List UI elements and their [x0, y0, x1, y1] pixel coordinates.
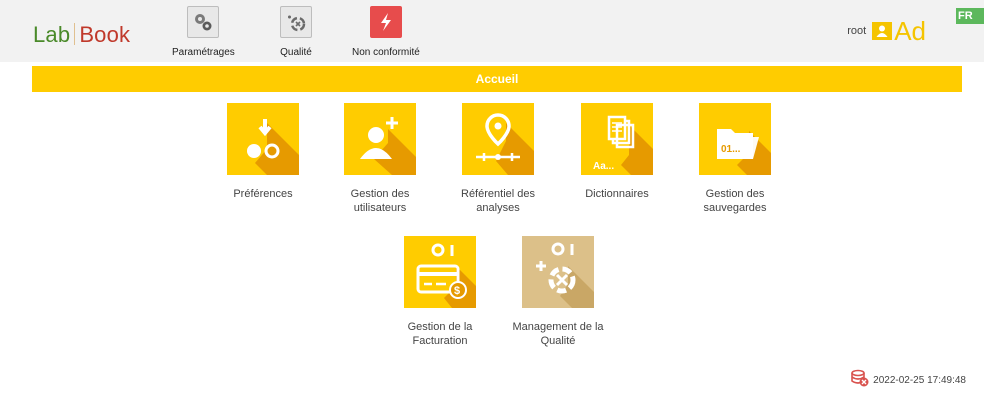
- logo-book-text: Book: [79, 22, 131, 47]
- tile-label: Référentiel des analyses: [461, 188, 535, 214]
- quality-management-icon: [522, 236, 594, 308]
- quality-icon: [280, 6, 312, 38]
- tile-label: Gestion des sauvegardes: [703, 188, 767, 214]
- svg-text:$: $: [454, 285, 460, 297]
- folder-icon-text: 01...: [721, 144, 741, 155]
- user-initials: Ad: [894, 16, 926, 46]
- logo-lab-text: Lab: [33, 22, 71, 47]
- tile-label: Management de la Qualité: [512, 321, 604, 347]
- tile-quality-management[interactable]: Management de la Qualité: [503, 236, 613, 348]
- page-title: Accueil: [475, 72, 519, 86]
- tile-billing-management[interactable]: $ Gestion de la Facturation: [385, 236, 495, 348]
- footer-status: 2022-02-25 17:49:48: [851, 369, 966, 392]
- language-selector[interactable]: FR: [956, 8, 984, 24]
- user-menu[interactable]: root Ad: [847, 18, 926, 44]
- logo-divider: [74, 23, 76, 45]
- nav-non-conformite[interactable]: Non conformité: [352, 6, 420, 58]
- add-user-icon: [344, 103, 416, 175]
- user-icon: [872, 22, 893, 40]
- credit-card-icon: $: [404, 236, 476, 308]
- folder-icon: 01...: [699, 103, 771, 175]
- location-pin-icon: [462, 103, 534, 175]
- tile-label: Gestion de la Facturation: [407, 321, 473, 347]
- documents-icon: Aa...: [581, 103, 653, 175]
- gears-icon: [187, 6, 220, 38]
- labbook-logo[interactable]: Lab Book: [33, 22, 130, 48]
- top-bar: Lab Book Paramétrages Qualité Non conform…: [0, 0, 984, 62]
- database-error-icon[interactable]: [851, 369, 869, 392]
- nav-qualite[interactable]: Qualité: [280, 6, 312, 58]
- timestamp: 2022-02-25 17:49:48: [873, 375, 966, 386]
- tile-label: Gestion des utilisateurs: [350, 188, 410, 214]
- tile-backup-management[interactable]: 01... Gestion des sauvegardes: [680, 103, 790, 215]
- preferences-icon: [227, 103, 299, 175]
- page-title-banner: Accueil: [32, 66, 962, 92]
- lightning-icon: [369, 6, 402, 38]
- nav-label: Qualité: [280, 47, 312, 58]
- language-label: FR: [958, 10, 973, 22]
- username: root: [847, 25, 867, 37]
- tile-dictionaries[interactable]: Aa... Dictionnaires: [562, 103, 672, 201]
- nav-label: Paramétrages: [172, 47, 235, 58]
- dictionary-icon-text: Aa...: [593, 161, 614, 172]
- tile-user-management[interactable]: Gestion des utilisateurs: [325, 103, 435, 215]
- tile-analysis-repository[interactable]: Référentiel des analyses: [443, 103, 553, 215]
- nav-parametrages[interactable]: Paramétrages: [172, 6, 235, 58]
- nav-label: Non conformité: [352, 47, 420, 58]
- tile-label: Préférences: [233, 188, 293, 200]
- tile-label: Dictionnaires: [585, 188, 649, 200]
- tile-preferences[interactable]: Préférences: [208, 103, 318, 201]
